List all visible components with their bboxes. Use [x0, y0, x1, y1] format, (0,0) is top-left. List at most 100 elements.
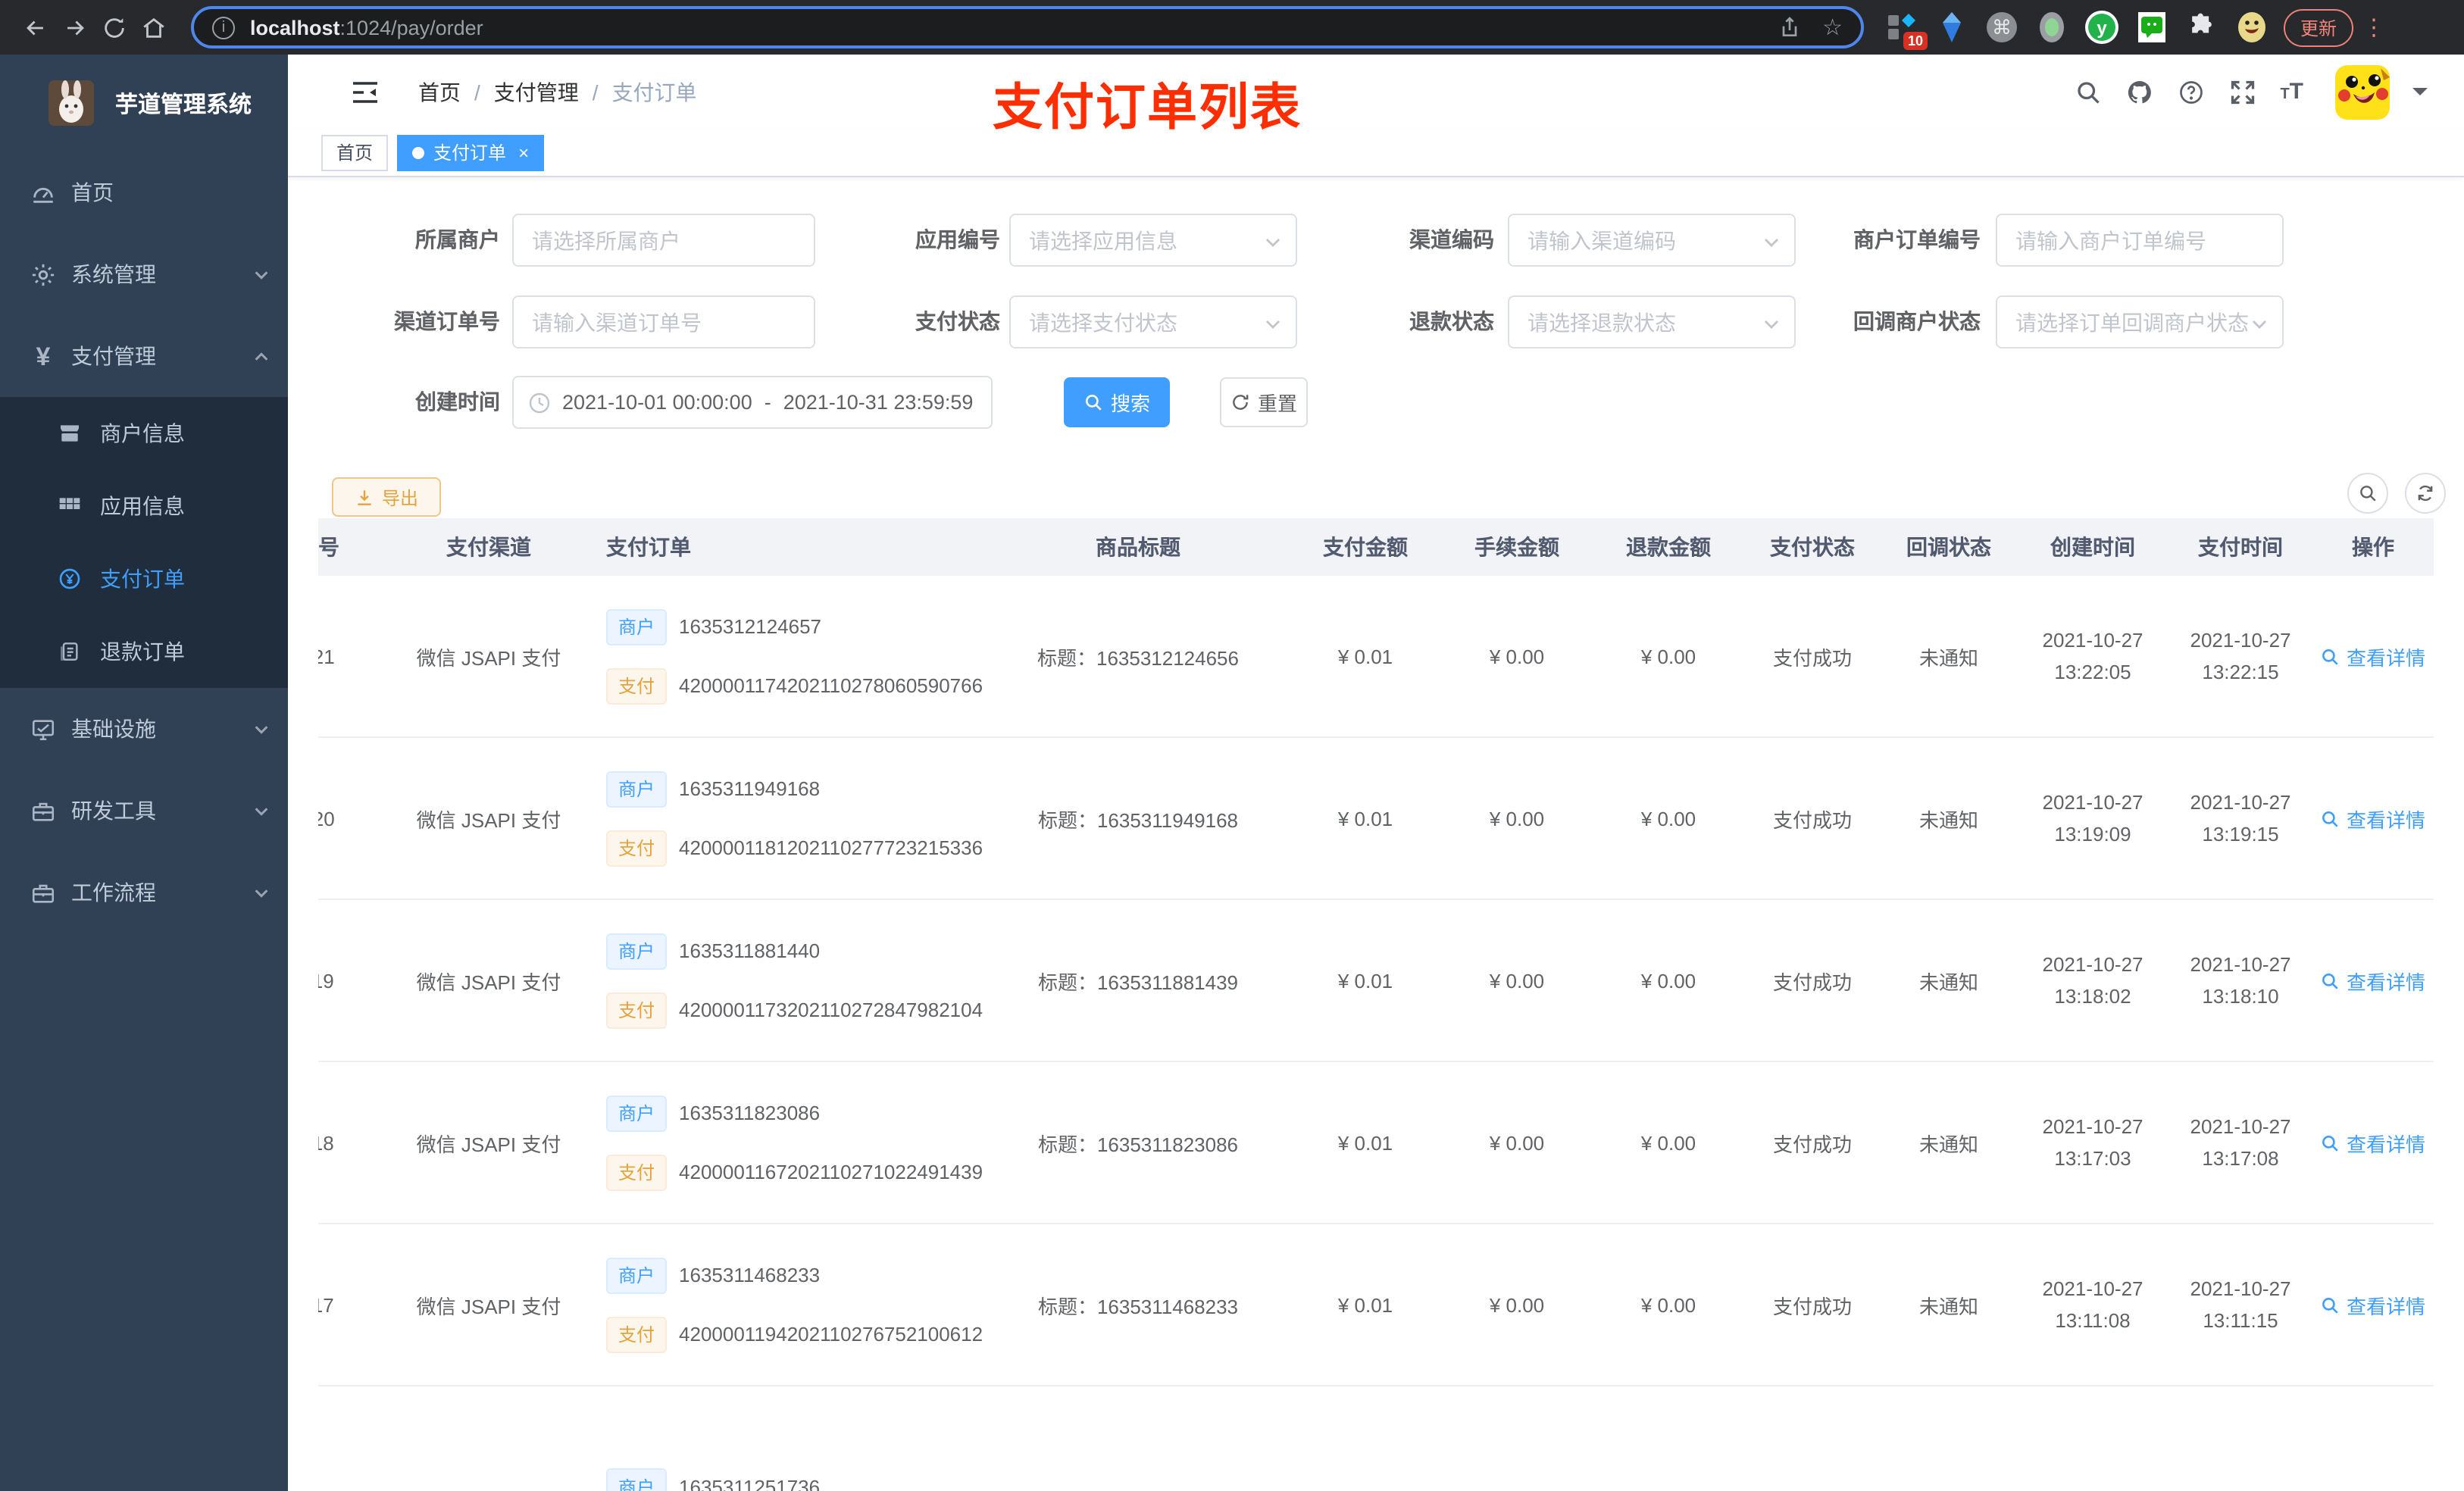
merchant-input[interactable] [532, 228, 796, 252]
col-create-time: 创建时间 [2050, 535, 2135, 559]
breadcrumb-home[interactable]: 首页 [418, 77, 461, 107]
share-icon[interactable] [1777, 15, 1801, 39]
cell-pay-amount: ¥ 0.01 [1337, 645, 1393, 667]
notify-status-select[interactable] [1996, 295, 2284, 349]
channel-pay-no: 4200001174202110278060590766 [679, 674, 983, 697]
command-extension-icon[interactable]: ⌘ [1985, 11, 2018, 44]
refund-status-select[interactable] [1508, 295, 1796, 349]
view-detail-link[interactable]: 查看详情 [2321, 1290, 2425, 1319]
toggle-search-button[interactable] [2347, 473, 2388, 514]
tab-home[interactable]: 首页 [321, 134, 389, 170]
sidebar-item-dev-tools[interactable]: 研发工具 [0, 770, 288, 852]
cell-id: 120 [318, 807, 335, 830]
merchant-order-no-field[interactable] [1996, 214, 2284, 267]
merchant-tag: 商户 [606, 1257, 668, 1293]
date-range-separator: - [764, 391, 771, 414]
browser-reload-button[interactable] [94, 8, 133, 47]
merchant-order-no: 1635311823086 [679, 1102, 821, 1124]
y-extension-icon[interactable]: y [2085, 11, 2118, 44]
date-range-end[interactable]: 2021-10-31 23:59:59 [783, 391, 974, 414]
app-select[interactable] [1009, 214, 1297, 267]
view-detail-link[interactable]: 查看详情 [2321, 642, 2425, 670]
cell-title: 标题：1635312124656 [1037, 646, 1239, 669]
merchant-tag: 商户 [606, 771, 668, 807]
sidebar-item-refund-order[interactable]: 退款订单 [0, 615, 288, 688]
merchant-select[interactable] [512, 214, 815, 267]
notify-status-input[interactable] [2015, 310, 2264, 334]
merchant-order-no-input[interactable] [2015, 228, 2264, 252]
cell-notify-status: 未通知 [1918, 808, 1978, 831]
date-range-start[interactable]: 2021-10-01 00:00:00 [562, 391, 752, 414]
search-button[interactable]: 搜索 [1064, 377, 1170, 427]
address-bar[interactable]: i localhost:1024/pay/order ☆ [191, 6, 1864, 48]
update-button[interactable]: 更新 [2284, 8, 2354, 46]
tab-pay-order[interactable]: 支付订单 × [397, 134, 545, 170]
navbar-actions: TT [2074, 64, 2428, 119]
grid-table-icon [58, 494, 82, 518]
cell-id: 117 [318, 1293, 334, 1316]
tab-close-icon[interactable]: × [518, 142, 529, 163]
browser-home-button[interactable] [133, 8, 173, 47]
fullscreen-icon[interactable] [2228, 77, 2257, 106]
site-info-icon[interactable]: i [212, 16, 235, 39]
yen-icon: ¥ [36, 342, 51, 370]
pay-status-input[interactable] [1029, 310, 1277, 334]
channel-code-input[interactable] [1527, 228, 1776, 252]
breadcrumb-pay-manage[interactable]: 支付管理 [494, 77, 579, 107]
chevron-down-icon [2250, 315, 2269, 333]
view-detail-link[interactable]: 查看详情 [2321, 804, 2425, 833]
sidebar-item-infrastructure[interactable]: 基础设施 [0, 688, 288, 770]
search-icon[interactable] [2074, 77, 2103, 106]
refresh-table-button[interactable] [2405, 473, 2446, 514]
app-input[interactable] [1029, 228, 1277, 252]
sidebar-item-pay-order[interactable]: 支付订单 [0, 542, 288, 615]
gem-extension-icon[interactable] [1935, 11, 1968, 44]
create-time-range-picker[interactable]: 2021-10-01 00:00:00 - 2021-10-31 23:59:5… [512, 376, 993, 429]
help-icon[interactable] [2177, 77, 2206, 106]
puzzle-extensions-icon[interactable] [2185, 11, 2219, 44]
menu-fold-icon[interactable] [352, 78, 379, 105]
svg-text:y: y [2097, 18, 2107, 39]
avatar-caret-icon[interactable] [2412, 88, 2428, 103]
pay-tag: 支付 [606, 1316, 668, 1352]
cell-notify-status: 未通知 [1918, 1133, 1978, 1155]
merchant-order-no: 1635311949168 [679, 777, 821, 800]
channel-order-no-field[interactable] [512, 295, 815, 349]
refund-status-input[interactable] [1527, 310, 1776, 334]
bookmark-star-icon[interactable]: ☆ [1822, 14, 1843, 41]
pay-status-select[interactable] [1009, 295, 1297, 349]
view-detail-link[interactable]: 查看详情 [2321, 966, 2425, 995]
breadcrumb: 首页 / 支付管理 / 支付订单 [418, 77, 697, 107]
sidebar-item-workflow[interactable]: 工作流程 [0, 852, 288, 933]
channel-order-no-input[interactable] [532, 310, 796, 334]
sidebar-item-home[interactable]: 首页 [0, 152, 288, 233]
sidebar-item-label: 研发工具 [71, 799, 156, 823]
emoji-profile-icon[interactable] [2235, 11, 2269, 44]
chat-extension-icon[interactable] [2135, 11, 2169, 44]
sidebar-item-system[interactable]: 系统管理 [0, 233, 288, 315]
sidebar-item-payment[interactable]: ¥ 支付管理 [0, 315, 288, 397]
user-avatar[interactable] [2335, 64, 2390, 119]
github-icon[interactable] [2125, 77, 2154, 106]
merchant-order-no: 1635311251736 [679, 1475, 821, 1491]
filter-label-refund-status: 退款状态 [1409, 309, 1494, 333]
browser-menu-dots-icon[interactable]: ⋮ [2362, 14, 2387, 41]
chevron-up-icon [253, 349, 270, 365]
view-detail-link[interactable]: 查看详情 [2321, 1128, 2425, 1157]
sidebar-item-label: 支付订单 [100, 567, 185, 591]
sidebar-item-merchant-info[interactable]: 商户信息 [0, 397, 288, 470]
reset-button[interactable]: 重置 [1220, 377, 1308, 427]
sidebar-item-label: 退款订单 [100, 639, 185, 664]
extension-grid-icon[interactable]: 10 [1885, 11, 1928, 50]
font-size-icon[interactable]: TT [2280, 79, 2303, 105]
export-button[interactable]: 导出 [332, 477, 441, 517]
sidebar-item-app-info[interactable]: 应用信息 [0, 470, 288, 542]
col-channel: 支付渠道 [446, 535, 531, 559]
browser-forward-button[interactable] [55, 8, 94, 47]
channel-code-select[interactable] [1508, 214, 1796, 267]
table-row-partial: 商户 1635311251736 [318, 1386, 2434, 1491]
recorder-extension-icon[interactable] [2035, 11, 2068, 44]
monitor-icon [30, 716, 56, 742]
browser-back-button[interactable] [15, 8, 55, 47]
clock-icon [529, 392, 550, 413]
